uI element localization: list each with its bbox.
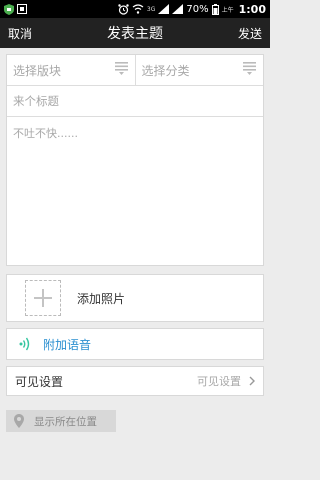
category-select[interactable]: 选择分类: [134, 55, 264, 85]
signal-icon-2: [172, 4, 184, 14]
send-button[interactable]: 发送: [238, 25, 262, 42]
alarm-clock-icon: [118, 3, 129, 15]
title-input-placeholder: 来个标题: [13, 94, 59, 108]
plus-icon: [34, 289, 52, 307]
add-photo-placeholder: [25, 280, 61, 316]
sound-wave-icon: [19, 337, 31, 351]
visibility-settings-value-group: 可见设置: [197, 373, 255, 389]
dropdown-menu-icon: [243, 62, 256, 78]
visibility-settings-row[interactable]: 可见设置 可见设置: [6, 366, 264, 396]
select-row: 选择版块 选择分类: [7, 55, 263, 86]
body-textarea[interactable]: 不吐不快......: [7, 117, 263, 149]
category-select-placeholder: 选择分类: [141, 63, 190, 78]
wifi-icon: [132, 4, 144, 14]
body-textarea-placeholder: 不吐不快......: [13, 127, 78, 140]
cancel-button[interactable]: 取消: [8, 25, 32, 42]
screenshot-icon: [17, 4, 27, 14]
network-type-label: 3G: [146, 5, 156, 13]
chevron-right-icon: [249, 376, 255, 386]
am-pm-label: 上午: [221, 6, 234, 14]
battery-percent: 70%: [186, 3, 209, 15]
show-location-button[interactable]: 显示所在位置: [6, 410, 116, 432]
top-navigation-bar: 取消 发表主题 发送: [0, 18, 270, 48]
battery-icon: [211, 3, 219, 15]
shield-notification-icon: [4, 3, 14, 15]
page-title: 发表主题: [107, 26, 163, 42]
post-form: 选择版块 选择分类 来个标题 不吐不快......: [6, 54, 264, 266]
visibility-settings-value: 可见设置: [197, 375, 241, 388]
show-location-label: 显示所在位置: [34, 415, 97, 428]
clock-time: 1:00: [238, 2, 266, 16]
visibility-settings-label: 可见设置: [15, 374, 64, 389]
location-pin-icon: [14, 414, 24, 428]
add-photo-button[interactable]: 添加照片: [6, 274, 264, 322]
board-select-placeholder: 选择版块: [13, 63, 62, 78]
signal-icon: [158, 4, 170, 14]
board-select[interactable]: 选择版块: [7, 55, 135, 85]
title-input[interactable]: 来个标题: [7, 86, 263, 117]
add-photo-label: 添加照片: [77, 291, 126, 306]
attach-voice-button[interactable]: 附加语音: [6, 328, 264, 360]
status-bar: 3G 70% 上午 1:00: [0, 0, 270, 18]
attach-voice-label: 附加语音: [43, 337, 92, 352]
dropdown-menu-icon: [114, 62, 128, 78]
